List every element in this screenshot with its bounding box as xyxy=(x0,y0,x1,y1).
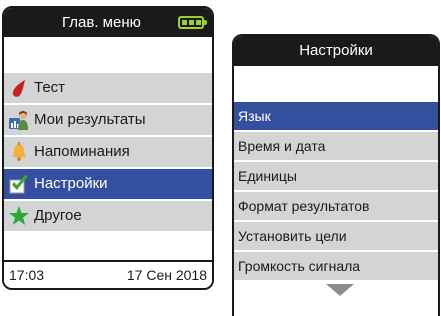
clock-time: 17:03 xyxy=(9,267,45,283)
blood-drop-icon xyxy=(8,77,30,99)
menu-item-label: Другое xyxy=(34,207,82,224)
settings-item-language[interactable]: Язык xyxy=(234,102,438,132)
menu-item-label: Тест xyxy=(34,79,66,96)
main-menu-spacer xyxy=(4,37,212,73)
menu-item-other[interactable]: Другое xyxy=(4,201,212,233)
main-menu-list: Тест Мои результаты Напоминания Настройк… xyxy=(4,73,212,233)
main-menu-screen: Глав. меню Тест Мои результаты Напоминан… xyxy=(2,6,214,290)
menu-item-label: Настройки xyxy=(34,175,108,192)
settings-list: Язык Время и дата Единицы Формат результ… xyxy=(234,102,438,282)
settings-spacer xyxy=(234,66,438,102)
battery-full-icon xyxy=(178,16,207,29)
menu-item-label: Напоминания xyxy=(34,143,130,160)
menu-item-reminders[interactable]: Напоминания xyxy=(4,137,212,169)
settings-header: Настройки xyxy=(234,36,438,66)
settings-item-set-targets[interactable]: Установить цели xyxy=(234,222,438,252)
settings-screen: Настройки Язык Время и дата Единицы Форм… xyxy=(232,34,440,316)
menu-item-settings[interactable]: Настройки xyxy=(4,169,212,201)
settings-title: Настройки xyxy=(299,42,373,59)
checkbox-checked-icon xyxy=(8,173,30,195)
settings-item-signal-volume[interactable]: Громкость сигнала xyxy=(234,252,438,282)
menu-item-my-results[interactable]: Мои результаты xyxy=(4,105,212,137)
bell-icon xyxy=(8,141,30,163)
scroll-down-arrow-icon[interactable] xyxy=(326,284,354,296)
main-menu-header: Глав. меню xyxy=(4,8,212,37)
settings-item-units[interactable]: Единицы xyxy=(234,162,438,192)
person-chart-icon xyxy=(8,109,30,131)
star-icon xyxy=(8,205,30,227)
main-menu-title: Глав. меню xyxy=(62,14,141,31)
menu-item-test[interactable]: Тест xyxy=(4,73,212,105)
status-bar: 17:03 17 Сен 2018 xyxy=(4,260,212,288)
settings-item-time-date[interactable]: Время и дата xyxy=(234,132,438,162)
settings-item-result-format[interactable]: Формат результатов xyxy=(234,192,438,222)
current-date: 17 Сен 2018 xyxy=(126,267,207,283)
menu-item-label: Мои результаты xyxy=(34,111,146,128)
